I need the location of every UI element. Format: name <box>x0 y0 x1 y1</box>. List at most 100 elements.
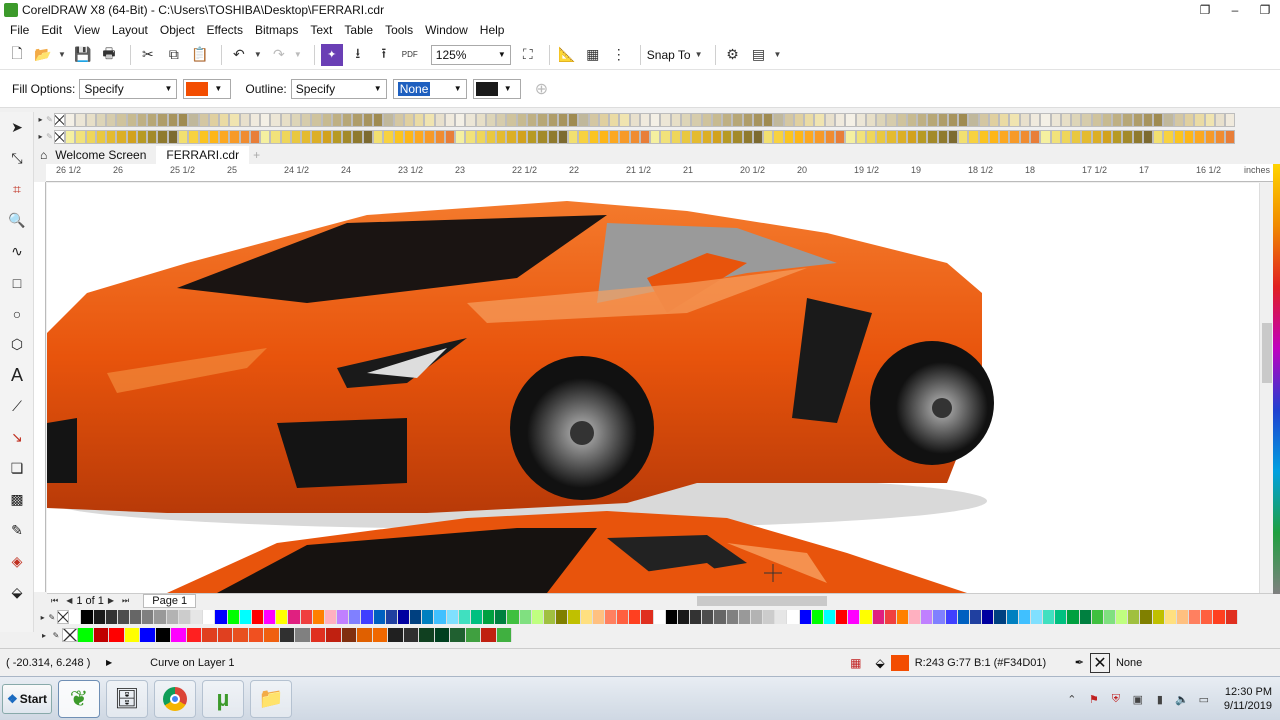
minimize-button[interactable]: – <box>1220 0 1250 20</box>
color-swatch[interactable] <box>982 610 995 624</box>
color-swatch[interactable] <box>1204 112 1215 127</box>
color-swatch[interactable] <box>1112 112 1123 127</box>
clock[interactable]: 12:30 PM 9/11/2019 <box>1224 685 1272 713</box>
color-swatch[interactable] <box>896 112 907 127</box>
palette-expand-icon[interactable]: ▸ <box>36 132 45 141</box>
color-swatch[interactable] <box>834 129 846 144</box>
color-swatch[interactable] <box>171 628 187 642</box>
color-swatch[interactable] <box>362 129 374 144</box>
no-color-swatch[interactable] <box>62 628 78 642</box>
color-swatch[interactable] <box>186 628 202 642</box>
color-swatch[interactable] <box>855 129 866 144</box>
color-swatch[interactable] <box>722 129 733 144</box>
color-swatch[interactable] <box>124 628 140 642</box>
color-swatch[interactable] <box>1128 610 1141 624</box>
fill-color-picker[interactable]: ▼ <box>183 78 232 99</box>
color-swatch[interactable] <box>1194 129 1205 144</box>
color-swatch[interactable] <box>1142 112 1154 127</box>
color-swatch[interactable] <box>906 129 918 144</box>
color-swatch[interactable] <box>270 112 281 127</box>
color-swatch[interactable] <box>155 628 171 642</box>
menu-window[interactable]: Window <box>419 23 474 37</box>
color-swatch[interactable] <box>450 628 466 642</box>
show-hidden-icons-icon[interactable]: ⌃ <box>1064 691 1080 707</box>
color-swatch[interactable] <box>393 129 404 144</box>
drop-shadow-tool-icon[interactable]: ❏ <box>0 453 34 484</box>
color-swatch[interactable] <box>691 112 702 127</box>
color-swatch[interactable] <box>578 129 589 144</box>
taskbar-chrome-icon[interactable] <box>154 679 196 718</box>
color-swatch[interactable] <box>198 129 209 144</box>
color-swatch[interactable] <box>1225 610 1238 624</box>
color-swatch[interactable] <box>1103 610 1117 624</box>
color-swatch[interactable] <box>978 112 989 127</box>
color-swatch[interactable] <box>248 628 264 642</box>
color-swatch[interactable] <box>1201 610 1214 624</box>
color-swatch[interactable] <box>641 610 654 624</box>
shape-tool-icon[interactable]: ⤡ <box>0 143 34 174</box>
color-swatch[interactable] <box>264 610 277 624</box>
color-swatch[interactable] <box>629 610 642 624</box>
color-swatch[interactable] <box>677 610 691 624</box>
color-swatch[interactable] <box>732 112 743 127</box>
color-swatch[interactable] <box>783 112 794 127</box>
search-content-icon[interactable]: ✦ <box>320 43 343 66</box>
color-swatch[interactable] <box>714 610 727 624</box>
antivirus-icon[interactable]: ⛨ <box>1108 691 1124 707</box>
color-swatch[interactable] <box>410 610 423 624</box>
color-swatch[interactable] <box>167 129 178 144</box>
color-swatch[interactable] <box>470 610 484 624</box>
battery-icon[interactable]: ▭ <box>1196 691 1212 707</box>
color-swatch[interactable] <box>845 112 856 127</box>
new-document-icon[interactable]: 🗋 <box>6 44 28 66</box>
color-swatch[interactable] <box>219 112 230 127</box>
color-swatch[interactable] <box>568 610 581 624</box>
color-swatch[interactable] <box>78 628 94 642</box>
color-swatch[interactable] <box>260 112 271 127</box>
color-swatch[interactable] <box>167 112 178 127</box>
color-swatch[interactable] <box>357 628 373 642</box>
color-swatch[interactable] <box>1101 112 1113 127</box>
color-swatch[interactable] <box>937 112 948 127</box>
color-swatch[interactable] <box>93 610 106 624</box>
color-swatch[interactable] <box>475 129 486 144</box>
taskbar-file-explorer-icon[interactable]: 🗄 <box>106 679 148 718</box>
color-swatch[interactable] <box>742 129 753 144</box>
color-swatch[interactable] <box>557 129 569 144</box>
color-swatch[interactable] <box>845 129 856 144</box>
taskbar-folder-icon[interactable]: 📁 <box>250 679 292 718</box>
color-swatch[interactable] <box>198 112 209 127</box>
color-swatch[interactable] <box>393 112 404 127</box>
restore-icon[interactable]: ❐ <box>1190 0 1220 20</box>
color-swatch[interactable] <box>592 610 605 624</box>
color-swatch[interactable] <box>557 112 569 127</box>
color-swatch[interactable] <box>660 112 671 127</box>
undo-icon[interactable]: ↶ <box>228 44 250 66</box>
color-swatch[interactable] <box>1030 129 1041 144</box>
color-swatch[interactable] <box>485 129 497 144</box>
color-swatch[interactable] <box>310 628 326 642</box>
color-swatch[interactable] <box>752 112 764 127</box>
color-swatch[interactable] <box>763 112 774 127</box>
color-swatch[interactable] <box>321 112 332 127</box>
menu-object[interactable]: Object <box>154 23 201 37</box>
color-swatch[interactable] <box>896 610 910 624</box>
color-swatch[interactable] <box>1071 112 1082 127</box>
color-swatch[interactable] <box>701 129 712 144</box>
color-swatch[interactable] <box>1153 112 1164 127</box>
menu-edit[interactable]: Edit <box>35 23 68 37</box>
color-swatch[interactable] <box>872 610 885 624</box>
vertical-scroll-thumb[interactable] <box>1262 323 1272 383</box>
color-swatch[interactable] <box>1030 610 1044 624</box>
color-swatch[interactable] <box>290 112 302 127</box>
color-swatch[interactable] <box>65 112 76 127</box>
color-swatch[interactable] <box>1006 610 1019 624</box>
color-swatch[interactable] <box>793 129 805 144</box>
color-swatch[interactable] <box>516 112 527 127</box>
import-icon[interactable]: ⭳ <box>347 44 369 66</box>
color-swatch[interactable] <box>264 628 280 642</box>
color-swatch[interactable] <box>876 129 887 144</box>
chevron-right-icon[interactable]: ▶ <box>106 658 112 667</box>
palette-expand-icon[interactable]: ▸ <box>38 631 50 640</box>
last-page-icon[interactable]: ⏭ <box>122 596 129 606</box>
